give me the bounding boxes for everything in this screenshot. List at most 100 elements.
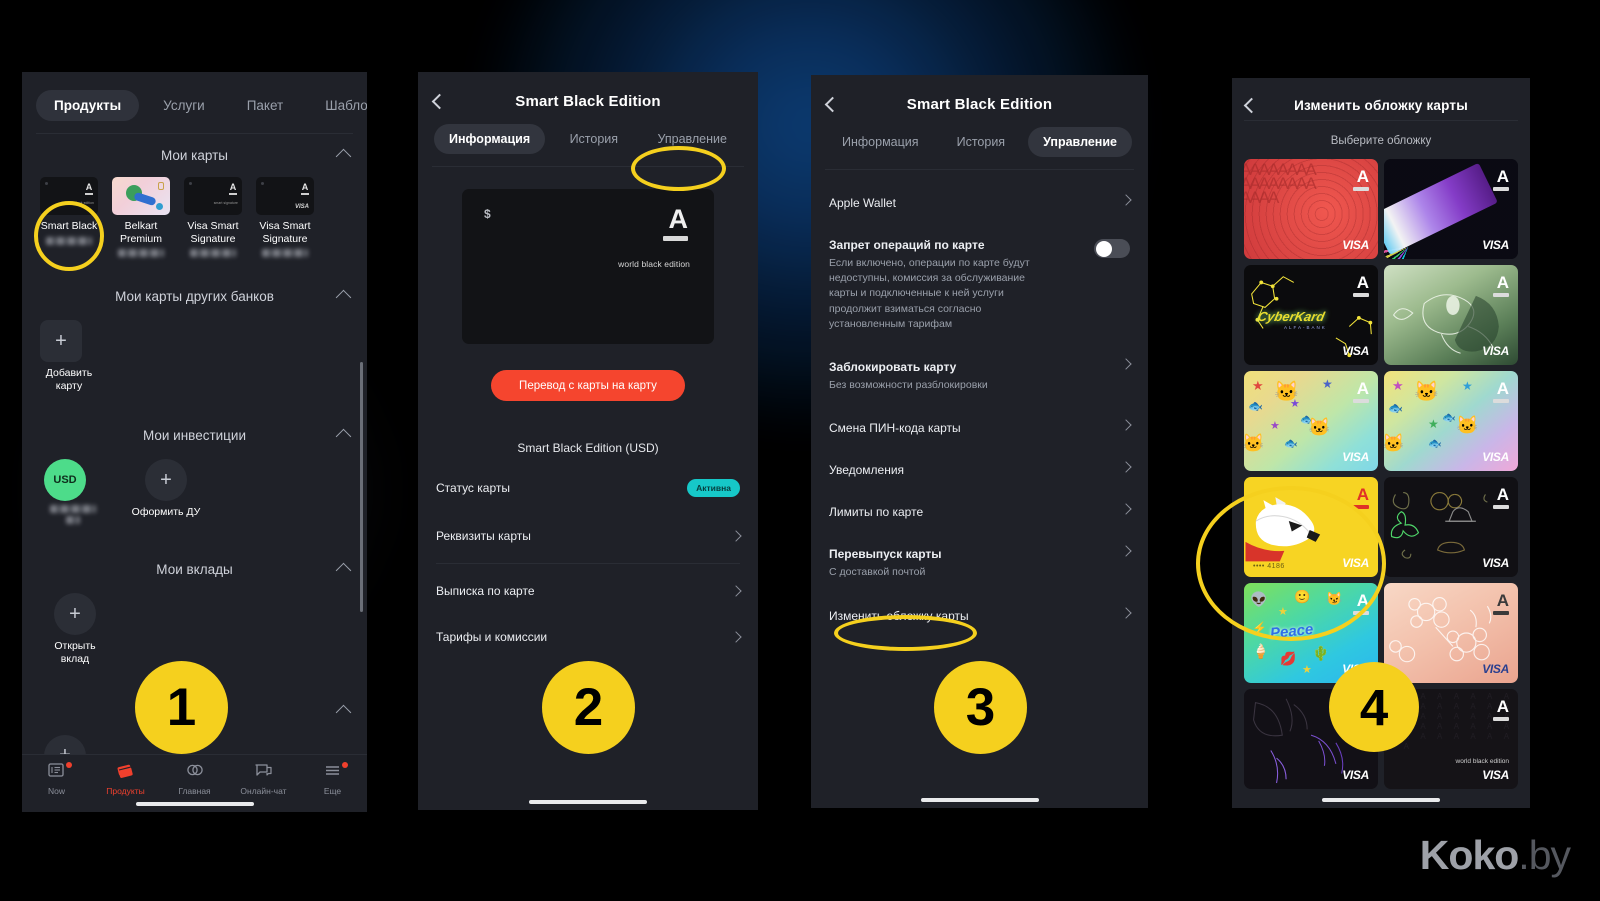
row-apple-wallet[interactable]: Apple Wallet [811, 182, 1148, 224]
deposits-row: + Открыть вклад [22, 587, 367, 665]
row-card-statement[interactable]: Выписка по карте [418, 568, 758, 614]
chevron-right-icon [1120, 358, 1132, 370]
alfa-logo-icon: A [1496, 167, 1509, 186]
tab-information[interactable]: Информация [827, 127, 934, 157]
card-masked-number [262, 249, 308, 258]
row-label: Тарифы и комиссии [436, 630, 548, 644]
cover-cats-fish-warm[interactable]: ★ ★ ★ ★ 🐟 🐟 🐟 🐱 🐱 🐱 A VISA [1244, 371, 1378, 471]
row-card-details[interactable]: Реквизиты карты [418, 513, 758, 559]
tab-management[interactable]: Управление [1028, 127, 1132, 157]
cover-koi-fish-green[interactable]: A VISA [1384, 265, 1518, 365]
section-my-deposits[interactable]: Мои вклады [22, 548, 367, 587]
tab-services[interactable]: Услуги [145, 90, 223, 121]
star-icon: ★ [1322, 377, 1333, 391]
divider [436, 563, 740, 564]
card-item-smart-black[interactable]: A world black edition Smart Black [40, 177, 98, 257]
row-card-limits[interactable]: Лимиты по карте [811, 491, 1148, 533]
tab-templates[interactable]: Шаблоны [307, 90, 367, 121]
visa-logo-icon: VISA [1482, 556, 1509, 570]
status-badge: Активна [687, 479, 740, 497]
chevron-right-icon [1120, 503, 1132, 515]
card-thumb: A VISA [256, 177, 314, 215]
row-notifications[interactable]: Уведомления [811, 449, 1148, 491]
open-du-button[interactable]: + Оформить ДУ [130, 459, 202, 524]
cover-red-ornament[interactable]: AAAAAAAAAAAAAAAAAAAA A VISA [1244, 159, 1378, 259]
add-card-button[interactable]: + Добавить карту [40, 320, 98, 392]
chevron-up-icon[interactable] [335, 148, 352, 165]
card-masked-number [118, 249, 164, 258]
chip-dot-icon [45, 182, 48, 185]
section-my-cards[interactable]: Мои карты [22, 134, 367, 173]
visa-logo-icon: VISA [1482, 450, 1509, 464]
cover-caption: world black edition [1455, 758, 1509, 765]
card-item-visa-smart-signature-2[interactable]: A VISA Visa Smart Signature [256, 177, 314, 258]
row-label: Реквизиты карты [436, 529, 531, 543]
cover-cyberkard[interactable]: CyberKard ALFA-BANK A VISA [1244, 265, 1378, 365]
alfa-logo-icon: A [1356, 485, 1369, 504]
home-indicator [1322, 798, 1440, 802]
lips-icon: 💋 [1280, 651, 1297, 666]
fish-icon: 🐟 [1442, 412, 1456, 424]
row-reissue-card[interactable]: Перевыпуск карты С доставкой почтой [811, 533, 1148, 594]
row-title: Изменить обложку карты [829, 608, 969, 623]
row-block-operations[interactable]: Запрет операций по карте Если включено, … [811, 224, 1148, 346]
bull-terrier-art [1245, 497, 1321, 562]
nav-item-more[interactable]: Еще [302, 762, 364, 796]
section-other-bank-cards[interactable]: Мои карты других банков [22, 275, 367, 314]
row-change-pin[interactable]: Смена ПИН-кода карты [811, 407, 1148, 449]
row-change-card-cover[interactable]: Изменить обложку карты [811, 595, 1148, 637]
card-label: Visa Smart Signature [187, 220, 239, 245]
visa-logo-icon: VISA [1482, 238, 1509, 252]
card-thumb [112, 177, 170, 215]
tab-history[interactable]: История [942, 127, 1020, 157]
visa-logo-icon: VISA [1482, 662, 1509, 676]
cover-sakura-peach[interactable]: A VISA [1384, 583, 1518, 683]
scrollbar[interactable] [360, 362, 363, 612]
chevron-up-icon[interactable] [335, 563, 352, 579]
page-title: Изменить обложку карты [1294, 97, 1468, 113]
card-item-belkart-premium[interactable]: Belkart Premium [112, 177, 170, 258]
card-preview[interactable]: $ A world black edition [462, 189, 714, 344]
nav-item-chat[interactable]: Онлайн-чат [233, 762, 295, 796]
nav-item-products[interactable]: Продукты [95, 762, 157, 796]
cover-luck-charms-dark[interactable]: A VISA [1384, 477, 1518, 577]
tab-package[interactable]: Пакет [229, 90, 302, 121]
phone2-header: Smart Black Edition [418, 72, 758, 118]
investment-item-usd[interactable]: USD [44, 459, 102, 525]
card-item-visa-smart-signature-1[interactable]: A smart signature Visa Smart Signature [184, 177, 242, 258]
lock-icon [158, 182, 164, 190]
currency-symbol: $ [484, 207, 491, 221]
cover-cats-fish-pink[interactable]: ★ ★ ★ 🐟 🐟 🐟 🐱 🐱 🐱 A VISA [1384, 371, 1518, 471]
nav-item-now[interactable]: Now [26, 762, 88, 796]
tab-products[interactable]: Продукты [36, 90, 140, 121]
cat-icon: 🐱 [1308, 417, 1331, 437]
row-subtitle: С доставкой почтой [829, 566, 926, 579]
popsicle-icon: 🍦 [1252, 643, 1270, 659]
visa-logo-icon: VISA [1342, 238, 1369, 252]
tab-management[interactable]: Управление [642, 124, 742, 154]
transfer-card-to-card-button[interactable]: Перевод с карты на карту [491, 370, 685, 401]
nav-item-main[interactable]: Главная [164, 762, 226, 796]
chevron-up-icon[interactable] [335, 289, 352, 306]
row-tariffs-fees[interactable]: Тарифы и комиссии [418, 614, 758, 660]
chevron-up-icon[interactable] [335, 429, 352, 445]
row-block-card[interactable]: Заблокировать карту Без возможности разб… [811, 346, 1148, 407]
visa-logo-icon: VISA [1342, 450, 1369, 464]
a-pattern: AAAAAAAAAAAAAAAAAAAA [1244, 160, 1317, 207]
tab-information[interactable]: Информация [434, 124, 546, 154]
art-blob-icon [133, 191, 157, 207]
open-deposit-button[interactable]: + Открыть вклад [44, 593, 106, 665]
cover-picker-subtitle: Выберите обложку [1330, 135, 1432, 147]
cover-neon-rays[interactable]: A VISA [1384, 159, 1518, 259]
block-operations-toggle[interactable] [1094, 239, 1130, 258]
fish-icon: 🐟 [1388, 401, 1403, 415]
tab-history[interactable]: История [555, 124, 633, 154]
chevron-up-icon[interactable] [335, 704, 352, 720]
alfa-logo-icon: A [85, 183, 93, 195]
notification-dot-icon [65, 762, 72, 768]
section-my-investments[interactable]: Мои инвестиции [22, 414, 367, 453]
investments-row: USD + Оформить ДУ [22, 453, 367, 525]
home-indicator [135, 802, 254, 806]
cover-bull-terrier-yellow[interactable]: A •••• 4186 VISA [1244, 477, 1378, 577]
investment-subamount [66, 516, 80, 525]
